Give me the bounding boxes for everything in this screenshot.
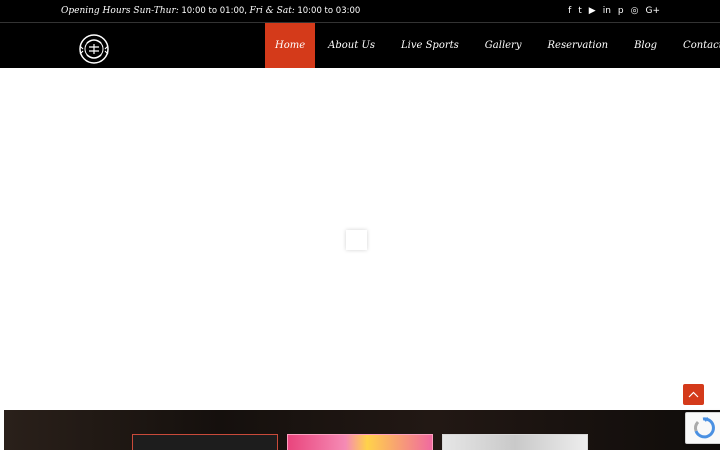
nav-item-blog[interactable]: Blog: [621, 23, 670, 68]
nav-item-about-us[interactable]: About Us: [315, 23, 388, 68]
hours-prefix: Opening Hours Sun-Thur:: [61, 6, 179, 16]
logo-emblem-icon: [79, 34, 109, 64]
nav-item-home[interactable]: Home: [265, 23, 316, 68]
nav-item-live-sports[interactable]: Live Sports: [388, 23, 472, 68]
opening-hours: Opening Hours Sun-Thur: 10:00 to 01:00, …: [61, 5, 360, 16]
facebook-icon[interactable]: f: [568, 4, 571, 18]
instagram-icon[interactable]: ◎: [631, 4, 639, 18]
hours-weekday: 10:00 to 01:00,: [181, 6, 247, 16]
main-menu: Home About Us Live Sports Gallery Reserv…: [265, 23, 720, 68]
hours-weekend: 10:00 to 03:00: [297, 6, 361, 16]
social-links: f t ▶ in p ◎ G+: [568, 4, 660, 18]
twitter-icon[interactable]: t: [578, 4, 582, 18]
featured-card-1[interactable]: [132, 434, 278, 450]
featured-card-3[interactable]: [442, 434, 588, 450]
loading-spinner: [346, 230, 367, 250]
linkedin-icon[interactable]: in: [603, 4, 611, 18]
youtube-icon[interactable]: ▶: [589, 4, 596, 18]
nav-item-contact[interactable]: Contact: [670, 23, 720, 68]
recaptcha-icon: [694, 417, 715, 439]
pinterest-icon[interactable]: p: [618, 4, 624, 18]
site-logo[interactable]: [78, 33, 110, 65]
recaptcha-badge[interactable]: [685, 412, 720, 444]
top-bar: Opening Hours Sun-Thur: 10:00 to 01:00, …: [0, 0, 720, 23]
nav-item-gallery[interactable]: Gallery: [472, 23, 535, 68]
chevron-up-icon: [688, 391, 699, 398]
google-plus-icon[interactable]: G+: [645, 4, 660, 18]
hours-weekend-label: Fri & Sat:: [249, 6, 295, 16]
nav-item-reservation[interactable]: Reservation: [535, 23, 622, 68]
featured-card-2[interactable]: [287, 434, 433, 450]
featured-strip: [4, 410, 720, 450]
main-navbar: Home About Us Live Sports Gallery Reserv…: [0, 23, 720, 68]
scroll-to-top-button[interactable]: [683, 384, 704, 405]
